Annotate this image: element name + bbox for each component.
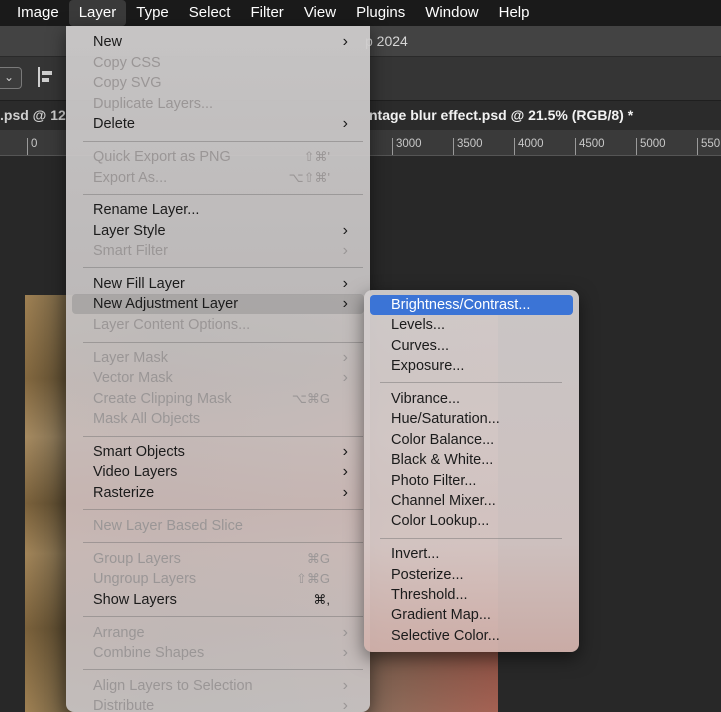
menu-separator: [83, 616, 363, 617]
submenu-item-channel-mixer[interactable]: Channel Mixer...: [370, 491, 573, 511]
menu-window[interactable]: Window: [415, 0, 488, 26]
ruler-tick: 3500: [453, 138, 483, 155]
submenu-item-posterize[interactable]: Posterize...: [370, 565, 573, 585]
submenu-item-color-lookup[interactable]: Color Lookup...: [370, 511, 573, 531]
submenu-item-color-balance[interactable]: Color Balance...: [370, 430, 573, 450]
ruler-tick: 4000: [514, 138, 544, 155]
menu-item-vector-mask: Vector Mask ›: [93, 369, 348, 386]
tool-preset-dropdown[interactable]: ⌄: [0, 67, 22, 89]
chevron-right-icon: ›: [342, 463, 348, 480]
menu-item-distribute: Distribute ›: [72, 696, 364, 712]
menu-item-smart-filter: Smart Filter ›: [93, 242, 348, 259]
ruler-tick: 4500: [575, 138, 605, 155]
chevron-right-icon: ›: [342, 644, 348, 661]
menu-separator: [83, 436, 363, 437]
menu-plugins[interactable]: Plugins: [346, 0, 415, 26]
chevron-down-icon: ⌄: [4, 70, 15, 84]
layer-menu: New › Copy CSS Copy SVG Duplicate Layers.…: [66, 26, 370, 712]
menu-item-export-as: Export As... ⌥⇧⌘': [93, 170, 330, 186]
menu-item-video-layers[interactable]: Video Layers ›: [72, 462, 364, 482]
menu-type[interactable]: Type: [126, 0, 179, 26]
submenu-item-invert[interactable]: Invert...: [370, 544, 573, 564]
menu-item-new-fill-layer[interactable]: New Fill Layer ›: [72, 274, 364, 294]
menu-item-smart-objects[interactable]: Smart Objects ›: [72, 442, 364, 462]
menu-item-new-adjustment-layer[interactable]: New Adjustment Layer ›: [72, 294, 364, 314]
ruler-tick: 5000: [636, 138, 666, 155]
chevron-right-icon: ›: [342, 484, 348, 501]
menu-item-ungroup-layers: Ungroup Layers ⇧⌘G: [93, 571, 330, 587]
chevron-right-icon: ›: [342, 33, 348, 50]
menu-item-copy-css: Copy CSS: [93, 55, 161, 71]
menu-item-show-layers[interactable]: Show Layers ⌘,: [72, 590, 364, 610]
menu-layer[interactable]: Layer: [68, 0, 127, 26]
menu-bar: Image Layer Type Select Filter View Plug…: [0, 0, 721, 26]
ruler-tick: 3000: [392, 138, 422, 155]
align-left-icon[interactable]: [38, 67, 56, 87]
menu-separator: [83, 509, 363, 510]
menu-item-rename-layer[interactable]: Rename Layer...: [72, 200, 364, 220]
menu-help[interactable]: Help: [489, 0, 540, 26]
chevron-right-icon: ›: [342, 222, 348, 239]
submenu-separator: [380, 538, 562, 539]
submenu-item-threshold[interactable]: Threshold...: [370, 585, 573, 605]
submenu-item-exposure[interactable]: Exposure...: [370, 356, 573, 376]
menu-item-create-clipping-mask: Create Clipping Mask ⌥⌘G: [93, 391, 330, 407]
chevron-right-icon: ›: [342, 369, 348, 386]
chevron-right-icon: ›: [342, 115, 348, 132]
chevron-right-icon: ›: [342, 295, 348, 312]
submenu-item-curves[interactable]: Curves...: [370, 336, 573, 356]
menu-item-group-layers: Group Layers ⌘G: [93, 551, 330, 567]
submenu-item-brightness-contrast[interactable]: Brightness/Contrast...: [370, 295, 573, 315]
chevron-right-icon: ›: [342, 349, 348, 366]
tab-document-active[interactable]: ntage blur effect.psd @ 21.5% (RGB/8) *: [369, 101, 633, 131]
menu-item-rasterize[interactable]: Rasterize ›: [72, 483, 364, 503]
ruler-tick: 0: [27, 138, 37, 155]
menu-item-mask-all-objects: Mask All Objects: [93, 411, 201, 427]
chevron-right-icon: ›: [342, 624, 348, 641]
new-adjustment-layer-submenu: Brightness/Contrast... Levels... Curves.…: [364, 290, 579, 652]
menu-image[interactable]: Image: [0, 0, 69, 26]
menu-item-layer-mask: Layer Mask ›: [93, 349, 348, 366]
submenu-item-vibrance[interactable]: Vibrance...: [370, 389, 573, 409]
submenu-item-black-white[interactable]: Black & White...: [370, 450, 573, 470]
menu-view[interactable]: View: [294, 0, 346, 26]
chevron-right-icon: ›: [342, 697, 348, 712]
window-title: p 2024: [365, 33, 408, 49]
tab-document-1[interactable]: .psd @ 12: [0, 101, 66, 131]
submenu-item-photo-filter[interactable]: Photo Filter...: [370, 471, 573, 491]
chevron-right-icon: ›: [342, 443, 348, 460]
menu-item-copy-svg: Copy SVG: [93, 75, 162, 91]
menu-item-layer-content-options: Layer Content Options...: [93, 317, 251, 333]
submenu-separator: [380, 382, 562, 383]
menu-item-layer-style[interactable]: Layer Style ›: [72, 221, 364, 241]
menu-separator: [83, 342, 363, 343]
menu-item-arrange: Arrange ›: [93, 624, 348, 641]
submenu-item-selective-color[interactable]: Selective Color...: [370, 626, 573, 646]
menu-item-delete[interactable]: Delete ›: [72, 114, 364, 134]
menu-item-align-layers-to-selection: Align Layers to Selection ›: [93, 677, 348, 694]
menu-item-new[interactable]: New ›: [72, 32, 364, 52]
menu-item-duplicate-layers: Duplicate Layers...: [93, 96, 214, 112]
menu-separator: [83, 542, 363, 543]
submenu-item-gradient-map[interactable]: Gradient Map...: [370, 605, 573, 625]
submenu-item-hue-saturation[interactable]: Hue/Saturation...: [370, 409, 573, 429]
menu-select[interactable]: Select: [179, 0, 241, 26]
menu-separator: [83, 194, 363, 195]
menu-item-quick-export: Quick Export as PNG ⇧⌘': [93, 149, 330, 165]
menu-separator: [83, 141, 363, 142]
chevron-right-icon: ›: [342, 677, 348, 694]
submenu-item-levels[interactable]: Levels...: [370, 315, 573, 335]
menu-item-new-layer-based-slice: New Layer Based Slice: [93, 518, 243, 534]
chevron-right-icon: ›: [342, 242, 348, 259]
menu-separator: [83, 669, 363, 670]
menu-item-combine-shapes: Combine Shapes ›: [93, 644, 348, 661]
menu-filter[interactable]: Filter: [240, 0, 293, 26]
chevron-right-icon: ›: [342, 275, 348, 292]
ruler-tick: 550: [697, 138, 720, 155]
menu-separator: [83, 267, 363, 268]
